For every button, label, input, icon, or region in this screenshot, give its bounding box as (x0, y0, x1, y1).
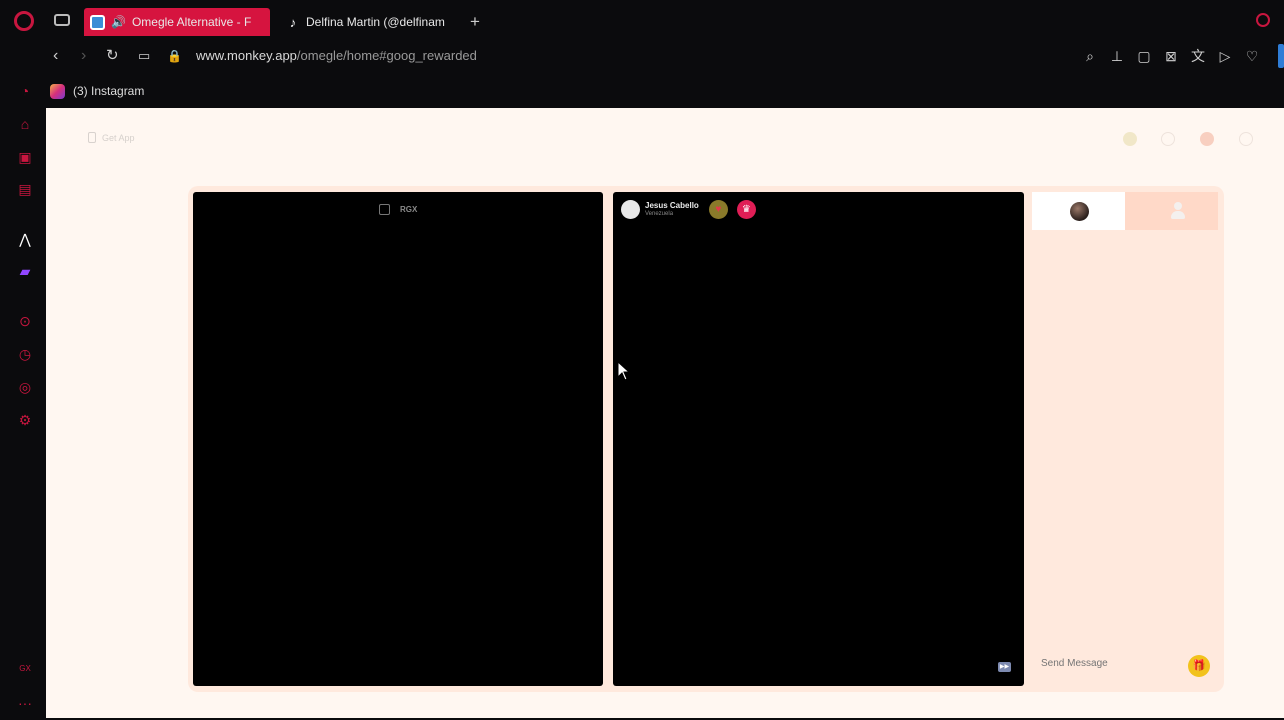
reload-icon[interactable]: ↻ (106, 48, 119, 64)
video-controls: RGX (379, 204, 417, 215)
gx-icon[interactable]: GX (16, 660, 34, 678)
gift-icon[interactable]: ♛ (736, 200, 756, 219)
video-icon[interactable]: ▣ (16, 148, 34, 166)
bookmark-label: (3) Instagram (73, 84, 145, 98)
send-gift-icon[interactable]: 🎁 (1188, 655, 1210, 677)
bookmark-instagram[interactable]: (3) Instagram (50, 82, 144, 100)
messenger-icon[interactable]: ▤ (16, 180, 34, 198)
tab-peer-chat[interactable] (1032, 192, 1125, 230)
message-input[interactable] (1041, 658, 1181, 669)
peer-name-block: Jesus Cabello Venezuela (645, 201, 699, 219)
address-bar[interactable]: www.monkey.app/omegle/home#goog_rewarded (196, 48, 477, 63)
url-host: www.monkey.app (196, 48, 297, 63)
tab-island-icon[interactable] (54, 14, 70, 26)
chat-panel: 🎁 (1032, 192, 1218, 686)
tab-delfina-martin[interactable]: ♪ Delfina Martin (@delfinam (280, 8, 460, 36)
url-path: /omegle/home#goog_rewarded (296, 48, 477, 63)
camera-icon[interactable]: ▭ (138, 48, 150, 64)
twitch-icon[interactable]: ▰ (16, 262, 34, 280)
skip-icon[interactable]: ▶▶ (998, 662, 1011, 672)
profile-edge[interactable] (1278, 44, 1284, 68)
snapshot-icon[interactable]: ▢ (1136, 48, 1152, 64)
forward-icon[interactable]: › (81, 48, 86, 64)
rgx-badge[interactable]: RGX (400, 205, 417, 214)
feed-icon[interactable]: ◎ (16, 378, 34, 396)
peer-avatar-icon (1070, 202, 1089, 221)
like-icon[interactable]: ♥ (708, 200, 728, 219)
tab-search-icon[interactable] (1256, 13, 1270, 27)
get-app-link[interactable]: Get App (88, 132, 135, 143)
more-icon[interactable]: ··· (16, 694, 34, 712)
history-icon[interactable]: ◷ (16, 345, 34, 363)
get-app-label: Get App (102, 132, 135, 143)
peer-name: Jesus Cabello (645, 200, 699, 210)
phone-icon (88, 132, 96, 143)
page-viewport: Get App RGX Jesus Cabello Venezuela ♥ ♛ (46, 108, 1284, 718)
speaker-icon[interactable]: 🔊 (111, 15, 126, 29)
camera-switch-icon[interactable] (379, 204, 390, 215)
tab-title: Omegle Alternative - F (131, 15, 252, 29)
opera-logo-icon[interactable] (14, 11, 34, 31)
player-icon[interactable]: ⊙ (16, 312, 34, 330)
remote-video: Jesus Cabello Venezuela ♥ ♛ ▶▶ (613, 192, 1024, 686)
lock-icon[interactable]: 🔒 (167, 48, 182, 64)
sidebar: ◔ ⌂ ▣ ▤ ⋀ ▰ ⊙ ◷ ◎ ⚙ GX ··· (0, 74, 46, 720)
tab-title: Delfina Martin (@delfinam (306, 15, 445, 29)
diamond-icon[interactable] (1123, 132, 1137, 146)
new-tab-button[interactable]: + (470, 12, 480, 32)
zoom-icon[interactable]: ⌕ (1082, 48, 1098, 64)
tiktok-favicon-icon: ♪ (289, 14, 297, 30)
tab-omegle-alternative[interactable]: 🔊 Omegle Alternative - F (84, 8, 270, 36)
instagram-icon (50, 83, 65, 99)
monkey-favicon-icon (90, 14, 105, 30)
tab-strip: 🔊 Omegle Alternative - F ♪ Delfina Marti… (0, 0, 1284, 40)
history-icon[interactable] (1239, 132, 1253, 146)
aria-icon[interactable]: ⋀ (16, 230, 34, 248)
person-icon (1171, 202, 1185, 220)
peer-info: Jesus Cabello Venezuela ♥ ♛ (621, 200, 756, 219)
shopping-icon[interactable]: ⌂ (16, 115, 34, 133)
translate-icon[interactable]: 文 (1190, 48, 1206, 64)
peer-country: Venezuela (645, 210, 674, 217)
search-icon[interactable] (1161, 132, 1175, 146)
avatar[interactable] (621, 200, 640, 219)
settings-icon[interactable]: ⚙ (16, 411, 34, 429)
back-icon[interactable]: ‹ (53, 48, 58, 64)
mouse-cursor-icon (617, 361, 631, 381)
send-icon[interactable]: ▷ (1217, 48, 1233, 64)
local-video: RGX (193, 192, 603, 686)
coin-icon[interactable] (1200, 132, 1214, 146)
heart-icon[interactable]: ♡ (1244, 48, 1260, 64)
pin-icon[interactable]: ⊥ (1109, 48, 1125, 64)
browser-window: 🔊 Omegle Alternative - F ♪ Delfina Marti… (0, 0, 1284, 720)
opera-news-icon[interactable]: ◔ (16, 82, 34, 100)
tab-profile[interactable] (1125, 192, 1218, 230)
adblock-icon[interactable]: ⊠ (1163, 48, 1179, 64)
